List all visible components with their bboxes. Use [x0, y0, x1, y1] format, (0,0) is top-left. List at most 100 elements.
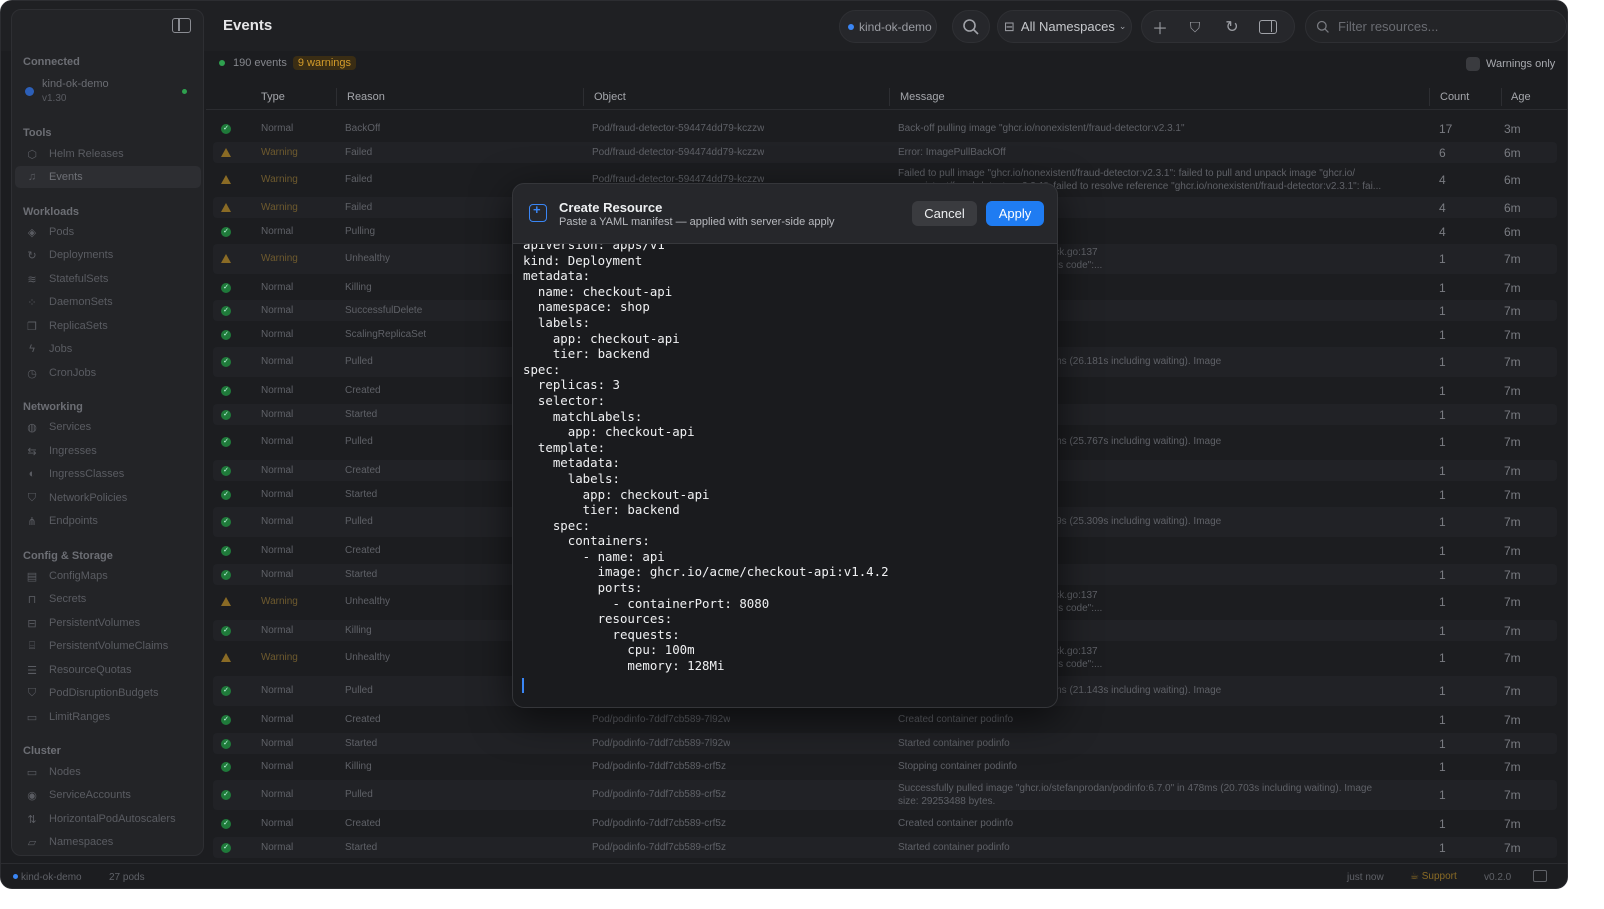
plus-icon: ＋: [1151, 21, 1168, 38]
connected-label: Connected: [23, 56, 80, 68]
sidebar-item-persistentvolumes[interactable]: ⊟ PersistentVolumes: [15, 612, 201, 634]
sidebar-item-nodes[interactable]: ▭ Nodes: [15, 761, 201, 783]
yaml-editor[interactable]: apiVersion: apps/v1 kind: Deployment met…: [513, 244, 1057, 707]
column-header-age[interactable]: Age: [1511, 91, 1531, 103]
arrows-icon: ⇆: [27, 445, 37, 458]
table-row[interactable]: ✓ Normal BackOff Pod/fraud-detector-594474d…: [213, 118, 1557, 139]
refresh-button[interactable]: ↻: [1219, 14, 1245, 40]
warnings-only-toggle[interactable]: Warnings only: [1466, 57, 1555, 71]
sidebar-item-networkpolicies[interactable]: ⛉ NetworkPolicies: [15, 487, 201, 509]
disk-icon: ⊟: [27, 617, 37, 630]
sidebar-item-cronjobs[interactable]: ◷ CronJobs: [15, 362, 201, 384]
sync-icon: ↻: [27, 249, 37, 262]
event-age: 7m: [1504, 544, 1521, 558]
network-icon: ⋔: [27, 515, 37, 528]
table-row[interactable]: ✓ Normal Created Pod/podinfo-7ddf7cb589-7l9…: [213, 709, 1557, 730]
event-object: Pod/podinfo-7ddf7cb589-7l92w: [592, 738, 731, 749]
event-age: 7m: [1504, 408, 1521, 422]
check-icon: ✓: [221, 517, 231, 527]
cluster-selector[interactable]: kind-ok-demo v1.30: [23, 77, 199, 105]
event-object: Pod/podinfo-7ddf7cb589-crf5z: [592, 789, 726, 800]
column-header-object[interactable]: Object: [594, 91, 626, 103]
sidebar-item-pods[interactable]: ◈ Pods: [15, 221, 201, 243]
event-reason: Unhealthy: [345, 652, 391, 663]
context-pill[interactable]: kind-ok-demo: [839, 10, 937, 43]
chevron-down-icon: ⌄: [1118, 21, 1127, 31]
sidebar-item-resourcequotas[interactable]: ☰ ResourceQuotas: [15, 659, 201, 681]
event-type: Normal: [261, 329, 294, 340]
sidebar-item-limitranges[interactable]: ▭ LimitRanges: [15, 706, 201, 728]
column-header-count[interactable]: Count: [1440, 91, 1469, 103]
event-type: Normal: [261, 465, 294, 476]
check-icon: ✓: [221, 819, 231, 829]
sidebar-item-secrets[interactable]: ⊓ Secrets: [15, 588, 201, 610]
sidebar-item-poddisruptionbudgets[interactable]: ⛉ PodDisruptionBudgets: [15, 682, 201, 704]
sidebar-item-daemonsets[interactable]: ⁘ DaemonSets: [15, 291, 201, 313]
shield-icon: ⛉: [1189, 18, 1201, 35]
cancel-button[interactable]: Cancel: [912, 201, 977, 226]
sidebar-item-jobs[interactable]: ϟ Jobs: [15, 338, 201, 360]
check-icon: ✓: [221, 490, 231, 500]
sidebar-item-services[interactable]: ◍ Services: [15, 416, 201, 438]
event-type: Warning: [261, 652, 298, 663]
event-age: 7m: [1504, 355, 1521, 369]
column-header-message[interactable]: Message: [900, 91, 945, 103]
table-row[interactable]: ✓ Normal Created Pod/podinfo-7ddf7cb589-crf…: [213, 813, 1557, 834]
column-header-reason[interactable]: Reason: [347, 91, 385, 103]
support-button[interactable]: ☕ Support: [1410, 871, 1457, 882]
context-status-icon: [13, 874, 18, 879]
event-type: Normal: [261, 789, 294, 800]
refresh-icon: ↻: [1225, 19, 1239, 36]
namespace-selector[interactable]: ⊟ All Namespaces ⌄: [997, 10, 1132, 43]
cluster-name: kind-ok-demo: [42, 78, 109, 90]
table-row[interactable]: ✓ Normal Killing Pod/podinfo-7ddf7cb589-crf…: [213, 756, 1557, 777]
sidebar-item-replicasets[interactable]: ❐ ReplicaSets: [15, 315, 201, 337]
sidebar-item-persistentvolumeclaims[interactable]: ⌸ PersistentVolumeClaims: [15, 635, 201, 657]
sidebar-item-configmaps[interactable]: ▤ ConfigMaps: [15, 565, 201, 587]
event-count: 1: [1439, 408, 1446, 422]
table-row[interactable]: ✓ Normal Pulled Pod/podinfo-7ddf7cb589-crf5…: [213, 780, 1557, 810]
event-message: Failed to pull image "ghcr.io/nonexisten…: [898, 168, 1356, 179]
event-message: Stopping container podinfo: [898, 761, 1017, 772]
search-button[interactable]: [952, 10, 990, 43]
sidebar-item-events[interactable]: ♫ Events: [15, 166, 201, 188]
dialog-title: Create Resource: [559, 200, 663, 215]
statusbar-updated: just now: [1347, 872, 1384, 883]
sidebar-item-namespaces[interactable]: ▱ Namespaces: [15, 831, 201, 853]
apply-button[interactable]: Apply: [986, 201, 1044, 226]
table-row[interactable]: ✓ Normal Started Pod/podinfo-7ddf7cb589-crf…: [213, 837, 1557, 858]
check-icon: ✓: [221, 466, 231, 476]
sidebar-toggle-icon[interactable]: [172, 18, 191, 33]
event-reason: Started: [345, 569, 378, 580]
sidebar-item-deployments[interactable]: ↻ Deployments: [15, 244, 201, 266]
sidebar-item-horizontalpodautoscalers[interactable]: ⇅ HorizontalPodAutoscalers: [15, 808, 201, 830]
add-resource-button[interactable]: ＋: [1147, 14, 1173, 40]
sidebar-item-serviceaccounts[interactable]: ◉ ServiceAccounts: [15, 784, 201, 806]
sidebar-item-helm-releases[interactable]: ⬡ Helm Releases: [15, 143, 201, 165]
sidebar-item-ingresses[interactable]: ⇆ Ingresses: [15, 440, 201, 462]
filter-input[interactable]: Filter resources...: [1305, 10, 1567, 43]
text-cursor: [522, 678, 524, 693]
event-object: Pod/podinfo-7ddf7cb589-7l92w: [592, 714, 731, 725]
column-header-type[interactable]: Type: [261, 91, 285, 103]
event-type: Normal: [261, 685, 294, 696]
event-count: 1: [1439, 355, 1446, 369]
table-row[interactable]: ✓ Normal Started Pod/podinfo-7ddf7cb589-7l9…: [213, 733, 1557, 754]
table-row[interactable]: Warning Failed Pod/fraud-detector-594474dd…: [213, 142, 1557, 163]
event-reason: Failed: [345, 202, 373, 213]
panel-icon[interactable]: [1533, 870, 1547, 882]
sidebar-item-ingressclasses[interactable]: ◐ IngressClasses: [15, 463, 201, 485]
sidebar-item-endpoints[interactable]: ⋔ Endpoints: [15, 510, 201, 532]
event-age: 7m: [1504, 304, 1521, 318]
dialog-header: Create Resource Paste a YAML manifest — …: [513, 184, 1057, 244]
checkbox[interactable]: [1466, 57, 1480, 71]
event-age: 7m: [1504, 464, 1521, 478]
event-type: Normal: [261, 282, 294, 293]
security-button[interactable]: ⛉: [1182, 14, 1208, 40]
sidebar-item-statefulsets[interactable]: ≋ StatefulSets: [15, 268, 201, 290]
event-count: 1: [1439, 515, 1446, 529]
statusbar-pods: 27 pods: [109, 872, 145, 883]
inspector-toggle-button[interactable]: [1255, 14, 1281, 40]
add-document-icon: [529, 202, 547, 222]
event-message: Started container podinfo: [898, 738, 1010, 749]
